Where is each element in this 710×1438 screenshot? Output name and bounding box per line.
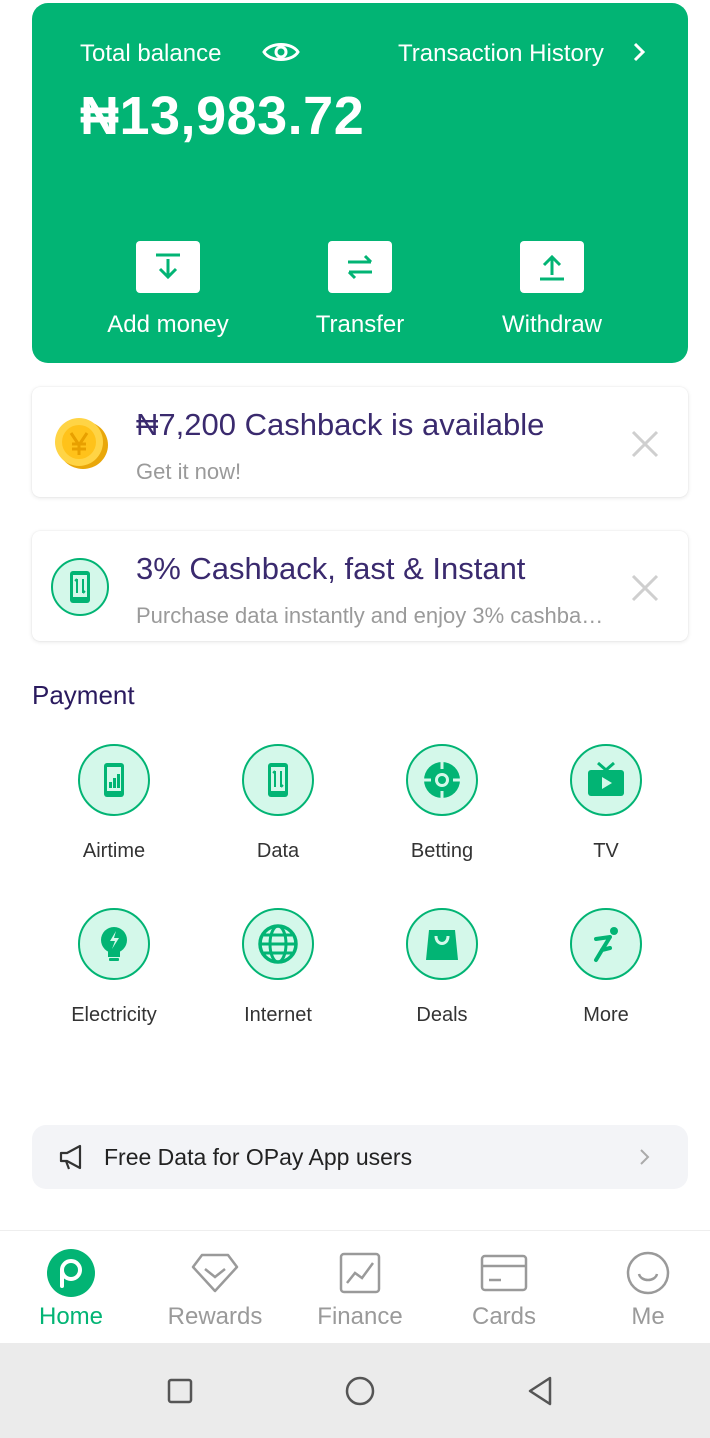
airtime-label: Airtime (82, 840, 146, 862)
promo-title: 3% Cashback, fast & Instant (136, 551, 526, 586)
bag-icon (406, 908, 478, 980)
chevron-right-icon (640, 1149, 650, 1165)
globe-icon (242, 908, 314, 980)
bottom-nav: Home Rewards Finance Cards Me (0, 1230, 710, 1343)
system-nav-bar (0, 1343, 710, 1438)
nav-home[interactable]: Home (0, 1249, 142, 1331)
close-icon[interactable] (630, 573, 660, 603)
tv-label: TV (593, 840, 619, 862)
nav-cards-label: Cards (471, 1303, 537, 1330)
card-icon (478, 1249, 530, 1297)
internet-label: Internet (244, 1004, 312, 1026)
internet-button[interactable]: Internet (196, 908, 360, 1027)
electricity-button[interactable]: Electricity (32, 908, 196, 1027)
coin-icon (55, 418, 108, 469)
nav-home-label: Home (38, 1303, 104, 1330)
data-button[interactable]: Data (196, 744, 360, 863)
upload-icon (520, 241, 584, 293)
deals-button[interactable]: Deals (360, 908, 524, 1027)
withdraw-button[interactable]: Withdraw (472, 241, 632, 339)
payment-section-title: Payment (32, 680, 135, 710)
betting-button[interactable]: Betting (360, 744, 524, 863)
deals-label: Deals (416, 1004, 468, 1026)
nav-finance[interactable]: Finance (289, 1249, 431, 1331)
transaction-history-link[interactable]: Transaction History (398, 40, 604, 68)
eye-icon[interactable] (262, 37, 300, 67)
nav-me-label: Me (631, 1303, 665, 1330)
transfer-button[interactable]: Transfer (280, 241, 440, 339)
balance-card: Total balance Transaction History ₦13,98… (32, 3, 688, 363)
more-button[interactable]: More (524, 908, 688, 1027)
nav-cards[interactable]: Cards (433, 1249, 575, 1331)
cashback-promo-card[interactable]: ₦7,200 Cashback is available Get it now! (32, 387, 688, 497)
home-icon (45, 1249, 97, 1297)
withdraw-label: Withdraw (501, 311, 603, 338)
more-label: More (583, 1004, 629, 1026)
close-icon[interactable] (630, 429, 660, 459)
home-circle-icon[interactable] (342, 1373, 378, 1409)
phone-data-icon (51, 558, 109, 616)
balance-amount: ₦13,983.72 (80, 86, 365, 146)
diamond-icon (189, 1249, 241, 1297)
chevron-right-icon[interactable] (632, 41, 646, 63)
megaphone-icon (59, 1144, 82, 1170)
nav-rewards[interactable]: Rewards (144, 1249, 286, 1331)
ball-icon (406, 744, 478, 816)
tv-button[interactable]: TV (524, 744, 688, 863)
promo-subtitle: Get it now! (136, 459, 242, 484)
phone-data-icon (242, 744, 314, 816)
add-money-button[interactable]: Add money (88, 241, 248, 339)
runner-icon (570, 908, 642, 980)
airtime-button[interactable]: Airtime (32, 744, 196, 863)
swap-arrows-icon (328, 241, 392, 293)
add-money-label: Add money (107, 311, 229, 338)
phone-signal-icon (78, 744, 150, 816)
transfer-label: Transfer (315, 311, 405, 338)
promo-title: ₦7,200 Cashback is available (136, 407, 545, 442)
balance-label: Total balance (80, 40, 222, 67)
nav-me[interactable]: Me (577, 1249, 710, 1331)
smile-icon (622, 1249, 674, 1297)
chart-icon (334, 1249, 386, 1297)
bulb-icon (78, 908, 150, 980)
free-data-notice[interactable]: Free Data for OPay App users (32, 1125, 688, 1189)
notice-text: Free Data for OPay App users (104, 1144, 413, 1170)
back-icon[interactable] (522, 1373, 558, 1409)
promo-subtitle: Purchase data instantly and enjoy 3% cas… (136, 603, 606, 628)
data-cashback-promo-card[interactable]: 3% Cashback, fast & Instant Purchase dat… (32, 531, 688, 641)
download-icon (136, 241, 200, 293)
recent-apps-icon[interactable] (162, 1373, 198, 1409)
nav-finance-label: Finance (317, 1303, 403, 1330)
electricity-label: Electricity (71, 1004, 157, 1026)
tv-icon (570, 744, 642, 816)
nav-rewards-label: Rewards (167, 1303, 263, 1330)
data-label: Data (256, 840, 300, 862)
betting-label: Betting (410, 840, 474, 862)
